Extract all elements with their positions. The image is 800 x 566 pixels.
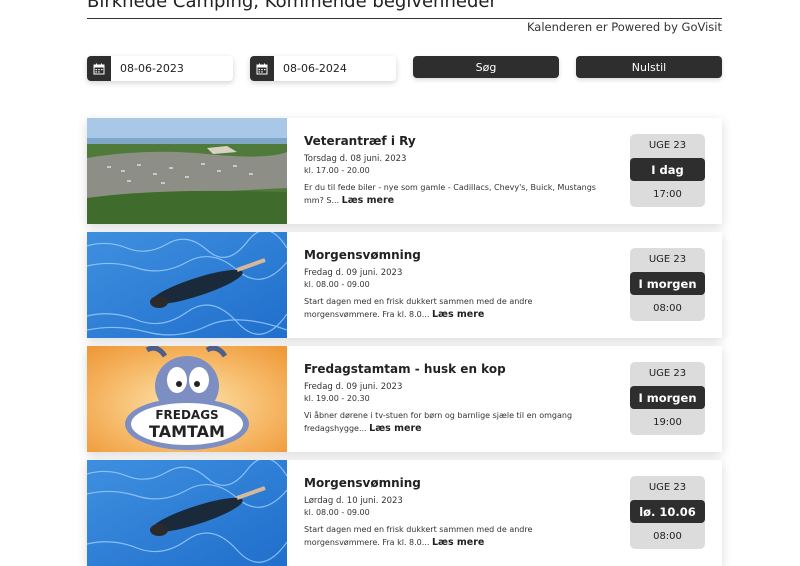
event-card[interactable]: Morgensvømning Fredag d. 09 juni. 2023 k… xyxy=(87,232,722,338)
tamtam-logo-text: FREDAGS xyxy=(155,408,218,422)
search-button[interactable]: Søg xyxy=(413,56,559,78)
event-date: Fredag d. 09 juni. 2023 xyxy=(304,382,403,392)
calendar-icon[interactable] xyxy=(87,56,111,81)
event-date-badge: UGE 23 I morgen 08:00 xyxy=(630,248,705,321)
day-label: I morgen xyxy=(630,386,705,409)
start-time: 17:00 xyxy=(653,189,682,200)
event-card[interactable]: Veterantræf i Ry Torsdag d. 08 juni. 202… xyxy=(87,118,722,224)
week-number: UGE 23 xyxy=(648,254,687,265)
title-divider xyxy=(87,18,722,19)
event-title[interactable]: Fredagstamtam - husk en kop xyxy=(304,362,604,376)
read-more-link[interactable]: Læs mere xyxy=(432,537,484,548)
event-time: kl. 17.00 - 20.00 xyxy=(304,166,370,175)
event-date: Torsdag d. 08 juni. 2023 xyxy=(304,154,407,164)
page-title: Birknede Camping, Kommende begivenheder xyxy=(87,0,497,12)
read-more-link[interactable]: Læs mere xyxy=(342,195,394,206)
event-title[interactable]: Morgensvømning xyxy=(304,476,604,490)
event-image[interactable] xyxy=(87,118,287,224)
event-time: kl. 08.00 - 09.00 xyxy=(304,508,370,517)
event-title[interactable]: Veterantræf i Ry xyxy=(304,134,604,148)
week-number: UGE 23 xyxy=(648,482,687,493)
event-date-badge: UGE 23 I dag 17:00 xyxy=(630,134,705,207)
week-number: UGE 23 xyxy=(648,368,687,379)
to-date-value[interactable]: 08-06-2024 xyxy=(274,62,347,75)
event-time: kl. 19.00 - 20.30 xyxy=(304,394,370,403)
event-date-badge: UGE 23 I morgen 19:00 xyxy=(630,362,705,435)
from-date-value[interactable]: 08-06-2023 xyxy=(111,62,184,75)
event-description-text: Vi åbner dørene i tv-stuen for børn og b… xyxy=(304,411,573,433)
from-date-field[interactable]: 08-06-2023 xyxy=(87,56,233,81)
calendar-icon[interactable] xyxy=(250,56,274,81)
tamtam-logo-text: TAMTAM xyxy=(149,422,225,441)
day-label: I morgen xyxy=(630,272,705,295)
event-date: Fredag d. 09 juni. 2023 xyxy=(304,268,403,278)
day-label: lø. 10.06 xyxy=(630,500,705,523)
event-time: kl. 08.00 - 09.00 xyxy=(304,280,370,289)
start-time: 08:00 xyxy=(653,303,682,314)
event-image[interactable] xyxy=(87,460,287,566)
event-description: Start dagen med en frisk dukkert sammen … xyxy=(304,523,604,549)
event-card[interactable]: FREDAGS TAMTAM Fredagstamtam - husk en k… xyxy=(87,346,722,452)
reset-button[interactable]: Nulstil xyxy=(576,56,722,78)
day-label: I dag xyxy=(630,158,705,181)
event-card[interactable]: Morgensvømning Lørdag d. 10 juni. 2023 k… xyxy=(87,460,722,566)
start-time: 19:00 xyxy=(653,417,682,428)
to-date-field[interactable]: 08-06-2024 xyxy=(250,56,396,81)
read-more-link[interactable]: Læs mere xyxy=(432,309,484,320)
event-date-badge: UGE 23 lø. 10.06 08:00 xyxy=(630,476,705,549)
start-time: 08:00 xyxy=(653,531,682,542)
event-description: Er du til fede biler - nye som gamle - C… xyxy=(304,181,604,207)
event-description-text: Start dagen med en frisk dukkert sammen … xyxy=(304,297,533,319)
event-date: Lørdag d. 10 juni. 2023 xyxy=(304,496,403,506)
event-image[interactable]: FREDAGS TAMTAM xyxy=(87,346,287,452)
week-number: UGE 23 xyxy=(648,140,687,151)
event-description-text: Start dagen med en frisk dukkert sammen … xyxy=(304,525,533,547)
event-description: Vi åbner dørene i tv-stuen for børn og b… xyxy=(304,409,604,435)
event-description: Start dagen med en frisk dukkert sammen … xyxy=(304,295,604,321)
read-more-link[interactable]: Læs mere xyxy=(369,423,421,434)
event-image[interactable] xyxy=(87,232,287,338)
powered-by-text[interactable]: Kalenderen er Powered by GoVisit xyxy=(527,20,722,34)
event-title[interactable]: Morgensvømning xyxy=(304,248,604,262)
